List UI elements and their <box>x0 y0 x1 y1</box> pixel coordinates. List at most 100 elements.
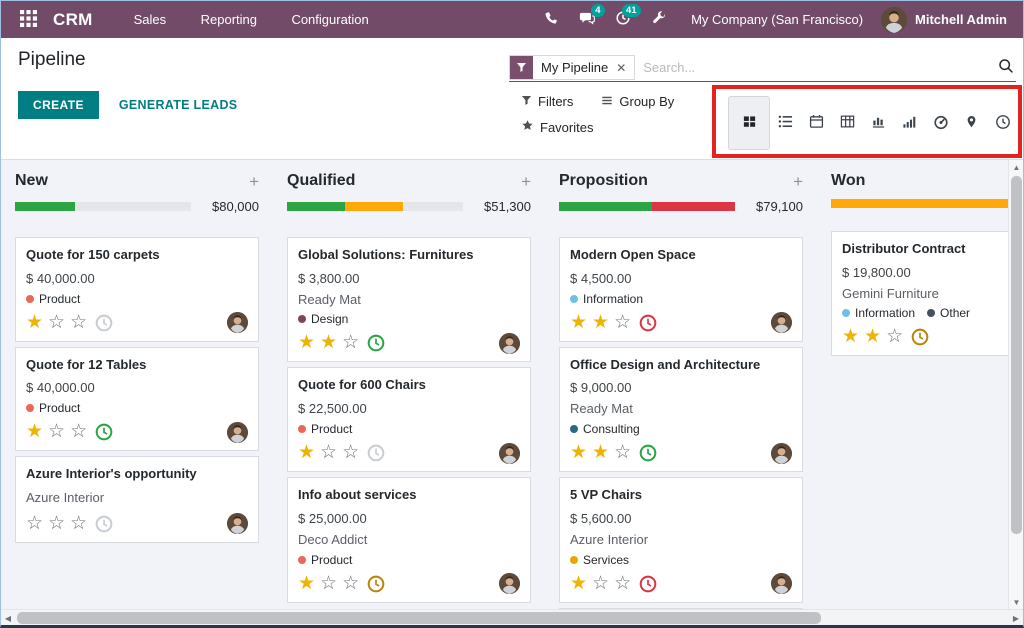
priority-star[interactable]: ☆ <box>614 442 631 463</box>
filters-menu-button[interactable]: Filters <box>521 94 573 109</box>
favorites-menu-button[interactable]: Favorites <box>521 119 593 135</box>
view-list-button[interactable] <box>770 96 801 150</box>
opportunity-card[interactable]: Office Design and Architecture $ 9,000.0… <box>559 347 803 472</box>
user-menu[interactable]: Mitchell Admin <box>881 7 1007 33</box>
progress-segment[interactable] <box>15 202 75 211</box>
vertical-scroll-thumb[interactable] <box>1011 176 1022 534</box>
scroll-right-arrow[interactable]: ▶ <box>1009 610 1023 625</box>
progress-segment[interactable] <box>403 202 463 211</box>
messages-button[interactable]: 4 <box>569 1 605 38</box>
priority-star[interactable]: ☆ <box>26 513 43 534</box>
search-input[interactable] <box>635 60 996 75</box>
activity-clock-button[interactable] <box>95 423 113 441</box>
priority-star[interactable]: ★ <box>570 573 587 594</box>
scroll-left-arrow[interactable]: ◀ <box>1 610 15 625</box>
priority-star[interactable]: ☆ <box>886 326 903 347</box>
opportunity-card[interactable]: 5 VP Chairs $ 5,600.00 Azure Interior Se… <box>559 477 803 602</box>
column-add-button[interactable]: + <box>521 173 531 190</box>
menu-sales[interactable]: Sales <box>119 2 182 37</box>
voip-phone-button[interactable] <box>533 1 569 38</box>
priority-star[interactable]: ★ <box>842 326 859 347</box>
priority-star[interactable]: ★ <box>26 312 43 333</box>
priority-star[interactable]: ☆ <box>70 421 87 442</box>
activities-button[interactable]: 41 <box>605 1 641 38</box>
view-graph-button[interactable] <box>863 96 894 150</box>
activity-clock-button[interactable] <box>367 334 385 352</box>
generate-leads-button[interactable]: GENERATE LEADS <box>119 98 238 112</box>
activity-clock-button[interactable] <box>367 575 385 593</box>
priority-star[interactable]: ☆ <box>342 332 359 353</box>
opportunity-card[interactable]: Modern Open Space $ 4,500.00 Information… <box>559 237 803 342</box>
progress-segment[interactable] <box>287 202 345 211</box>
priority-star[interactable]: ★ <box>26 421 43 442</box>
priority-star[interactable]: ☆ <box>48 312 65 333</box>
create-button[interactable]: CREATE <box>18 91 99 119</box>
scroll-down-arrow[interactable]: ▼ <box>1009 595 1023 609</box>
view-activity-button[interactable] <box>987 96 1018 150</box>
horizontal-scroll-thumb[interactable] <box>17 612 821 624</box>
activity-clock-button[interactable] <box>95 515 113 533</box>
priority-star[interactable]: ☆ <box>70 513 87 534</box>
priority-star[interactable]: ☆ <box>614 312 631 333</box>
menu-reporting[interactable]: Reporting <box>186 2 272 37</box>
activity-clock-button[interactable] <box>639 314 657 332</box>
priority-star[interactable]: ☆ <box>614 573 631 594</box>
priority-star[interactable]: ★ <box>298 332 315 353</box>
opportunity-card[interactable]: Quote for 600 Chairs $ 22,500.00 Product… <box>287 367 531 472</box>
priority-star[interactable]: ☆ <box>342 573 359 594</box>
activity-clock-button[interactable] <box>95 314 113 332</box>
priority-star[interactable]: ★ <box>320 332 337 353</box>
opportunity-card[interactable]: Global Solutions: Furnitures $ 3,800.00 … <box>287 237 531 362</box>
card-tag: Consulting <box>570 422 640 436</box>
vertical-scrollbar[interactable]: ▲ ▼ <box>1008 160 1023 609</box>
priority-star[interactable]: ★ <box>592 312 609 333</box>
priority-star[interactable]: ☆ <box>48 513 65 534</box>
search-submit-button[interactable] <box>996 58 1016 77</box>
progress-segment[interactable] <box>559 202 652 211</box>
progress-segment[interactable] <box>831 199 1023 208</box>
activity-clock-button[interactable] <box>639 575 657 593</box>
view-cohort-button[interactable] <box>894 96 925 150</box>
app-name[interactable]: CRM <box>53 10 93 30</box>
card-tag: Other <box>927 306 970 320</box>
activity-clock-button[interactable] <box>639 444 657 462</box>
debug-tools-button[interactable] <box>641 1 677 38</box>
priority-star[interactable]: ☆ <box>48 421 65 442</box>
horizontal-scrollbar[interactable]: ◀ ▶ <box>1 609 1023 625</box>
priority-star[interactable]: ★ <box>592 442 609 463</box>
column-add-button[interactable]: + <box>249 173 259 190</box>
priority-star[interactable]: ★ <box>864 326 881 347</box>
view-kanban-button[interactable] <box>728 96 770 150</box>
opportunity-card[interactable]: Info about services $ 25,000.00 Deco Add… <box>287 477 531 602</box>
priority-star[interactable]: ★ <box>570 312 587 333</box>
opportunity-card[interactable]: Azure Interior's opportunity Azure Inter… <box>15 456 259 543</box>
company-switcher[interactable]: My Company (San Francisco) <box>691 12 863 27</box>
progress-segment[interactable] <box>345 202 403 211</box>
progress-segment[interactable] <box>652 202 735 211</box>
priority-star[interactable]: ☆ <box>342 442 359 463</box>
menu-configuration[interactable]: Configuration <box>276 2 383 37</box>
priority-star[interactable]: ☆ <box>320 442 337 463</box>
priority-star[interactable]: ☆ <box>592 573 609 594</box>
priority-star[interactable]: ★ <box>298 442 315 463</box>
salesperson-avatar <box>499 443 520 464</box>
priority-star[interactable]: ★ <box>298 573 315 594</box>
opportunity-card[interactable]: Quote for 12 Tables $ 40,000.00 Product … <box>15 347 259 452</box>
progress-segment[interactable] <box>75 202 191 211</box>
opportunity-card[interactable]: Quote for 150 carpets $ 40,000.00 Produc… <box>15 237 259 342</box>
view-calendar-button[interactable] <box>801 96 832 150</box>
view-pivot-button[interactable] <box>832 96 863 150</box>
view-dashboard-button[interactable] <box>925 96 956 150</box>
activity-clock-button[interactable] <box>911 328 929 346</box>
group-by-menu-button[interactable]: Group By <box>601 94 674 109</box>
activity-clock-button[interactable] <box>367 444 385 462</box>
opportunity-card[interactable]: Distributor Contract $ 19,800.00 Gemini … <box>831 231 1023 356</box>
view-map-button[interactable] <box>956 96 987 150</box>
priority-star[interactable]: ☆ <box>70 312 87 333</box>
priority-star[interactable]: ★ <box>570 442 587 463</box>
column-add-button[interactable]: + <box>793 173 803 190</box>
apps-menu-button[interactable] <box>11 1 45 38</box>
remove-facet-button[interactable]: ✕ <box>616 56 634 79</box>
priority-star[interactable]: ☆ <box>320 573 337 594</box>
scroll-up-arrow[interactable]: ▲ <box>1009 160 1023 174</box>
